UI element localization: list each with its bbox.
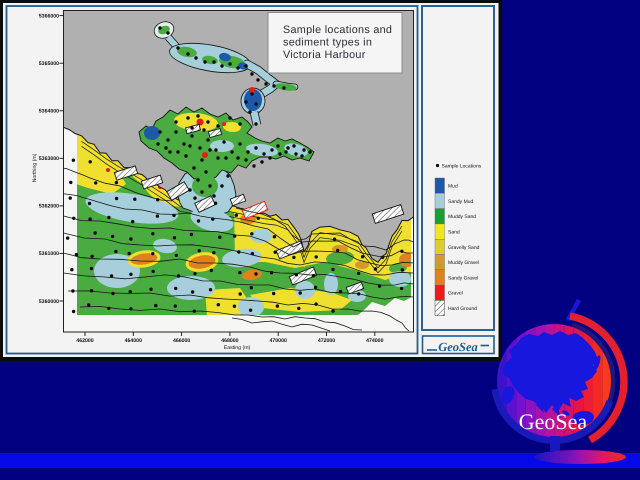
svg-text:Mud: Mud [448,184,458,190]
svg-text:Northing (m): Northing (m) [32,153,38,182]
svg-text:Sandy Mud: Sandy Mud [448,199,474,205]
svg-text:5363000: 5363000 [39,156,59,162]
svg-text:5360000: 5360000 [39,299,59,305]
svg-text:462000: 462000 [76,338,93,344]
svg-text:Gravel: Gravel [448,291,463,297]
svg-text:5362000: 5362000 [39,204,59,210]
svg-text:5361000: 5361000 [39,251,59,257]
svg-text:5365000: 5365000 [39,61,59,67]
svg-text:Sample locations and: Sample locations and [283,24,392,36]
svg-text:466000: 466000 [173,338,190,344]
svg-text:472000: 472000 [318,338,335,344]
svg-text:Gravelly Sand: Gravelly Sand [448,245,480,251]
svg-text:Sandy Gravel: Sandy Gravel [448,275,478,281]
svg-text:Sample Locations: Sample Locations [442,164,482,170]
svg-text:Muddy Sand: Muddy Sand [448,214,476,220]
svg-text:474000: 474000 [366,338,383,344]
svg-text:GeoSea: GeoSea [519,409,588,434]
svg-text:470000: 470000 [270,338,287,344]
svg-text:Muddy Gravel: Muddy Gravel [448,260,479,266]
svg-text:5366000: 5366000 [39,13,59,19]
svg-text:468000: 468000 [221,338,238,344]
svg-text:Victoria Harbour: Victoria Harbour [283,49,366,61]
svg-text:Easting (m): Easting (m) [224,345,251,351]
svg-text:5364000: 5364000 [39,109,59,115]
svg-text:Sand: Sand [448,230,460,236]
svg-text:sediment types in: sediment types in [283,37,372,49]
svg-text:GeoSea: GeoSea [438,340,478,354]
svg-text:Hard Ground: Hard Ground [448,306,477,312]
svg-text:464000: 464000 [125,338,142,344]
